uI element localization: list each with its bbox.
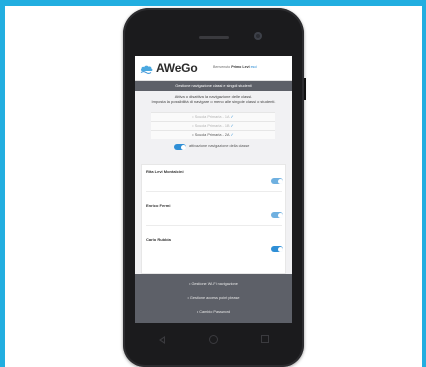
divider <box>146 191 282 192</box>
student-name: Carlo Rubbia <box>146 237 171 242</box>
frame-top-border <box>0 0 426 6</box>
class-item[interactable]: • Scuola Primaria - 1A✓ <box>151 112 275 121</box>
screenshot-frame: AWeGo Benvenuto Primo Levi esci Gestione… <box>0 0 426 367</box>
phone-side-button[interactable] <box>304 78 306 100</box>
android-nav-bar <box>135 326 292 356</box>
footer-menu: • Gestione Wi-Fi navigazione • Gestione … <box>135 274 292 323</box>
phone-speaker <box>199 36 229 39</box>
home-circle-icon[interactable] <box>209 335 218 344</box>
welcome-text: Benvenuto Primo Levi esci <box>213 65 257 69</box>
student-navigation-toggle[interactable] <box>271 246 283 252</box>
app-logo-text: AWeGo <box>156 61 198 75</box>
footer-menu-label: Gestione Wi-Fi navigazione <box>191 282 238 286</box>
section-title: Gestione navigazione classi e singoli st… <box>175 84 252 88</box>
app-header: AWeGo Benvenuto Primo Levi esci <box>135 56 292 81</box>
student-list: Rita Levi Montalcini Enrico Fermi Carlo … <box>141 164 286 274</box>
student-name: Enrico Fermi <box>146 203 171 208</box>
footer-menu-label: Cambio Password <box>199 310 231 314</box>
student-row: Rita Levi Montalcini <box>142 167 287 201</box>
check-icon: ✓ <box>230 124 234 128</box>
student-navigation-toggle[interactable] <box>271 212 283 218</box>
recent-square-icon[interactable] <box>261 335 269 343</box>
cloud-wave-icon <box>140 65 153 74</box>
class-label: Scuola Primaria - 2A <box>194 133 230 137</box>
class-activation-toggle[interactable] <box>174 144 186 150</box>
logout-link[interactable]: esci <box>251 65 257 69</box>
student-row: Enrico Fermi <box>142 201 287 235</box>
class-activation-label: attivazione navigazione della classe <box>189 144 250 148</box>
footer-menu-item[interactable]: • Cambio Password <box>135 310 292 314</box>
class-list: • Scuola Primaria - 1A✓ • Scuola Primari… <box>151 112 275 139</box>
user-name: Primo Levi <box>231 65 250 69</box>
class-item-selected[interactable]: • Scuola Primaria - 2A✓ <box>151 130 275 139</box>
footer-menu-item[interactable]: • Gestione Wi-Fi navigazione <box>135 282 292 286</box>
footer-menu-label: Gestione access point please <box>189 296 240 300</box>
camera-icon <box>254 32 262 40</box>
check-icon: ✓ <box>230 133 234 137</box>
section-title-bar: Gestione navigazione classi e singoli st… <box>135 81 292 91</box>
description: Attiva o disattiva la navigazione delle … <box>143 94 284 105</box>
class-label: Scuola Primaria - 1A <box>194 115 230 119</box>
welcome-prefix: Benvenuto <box>213 65 231 69</box>
class-item[interactable]: • Scuola Primaria - 1B✓ <box>151 121 275 130</box>
divider <box>146 225 282 226</box>
check-icon: ✓ <box>230 115 234 119</box>
student-row: Carlo Rubbia <box>142 235 287 269</box>
back-triangle-icon[interactable] <box>159 336 165 344</box>
footer-menu-item[interactable]: • Gestione access point please <box>135 296 292 300</box>
description-line-2: Imposta la possibilità di navigare o men… <box>151 99 276 105</box>
phone-device: AWeGo Benvenuto Primo Levi esci Gestione… <box>123 8 306 367</box>
frame-left-border <box>0 0 5 367</box>
class-activation-row: attivazione navigazione della classe <box>174 143 284 151</box>
class-label: Scuola Primaria - 1B <box>194 124 230 128</box>
phone-screen: AWeGo Benvenuto Primo Levi esci Gestione… <box>135 56 292 323</box>
student-name: Rita Levi Montalcini <box>146 169 184 174</box>
student-navigation-toggle[interactable] <box>271 178 283 184</box>
frame-right-border <box>422 0 426 367</box>
